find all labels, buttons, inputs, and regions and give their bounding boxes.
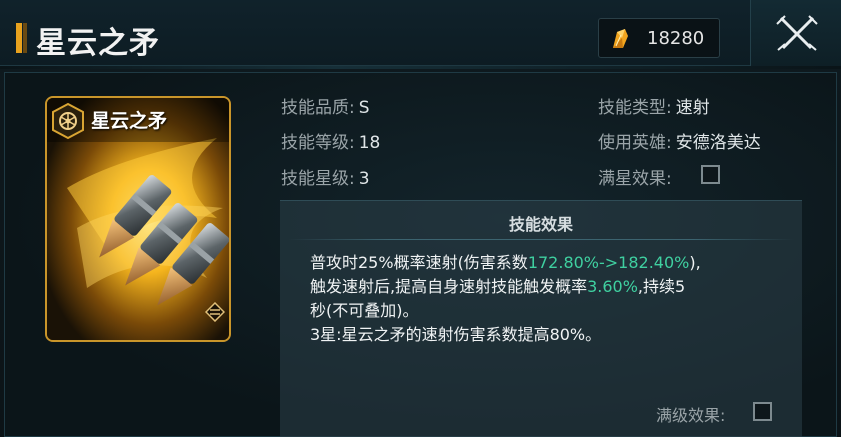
max-level-label: 满级效果: <box>656 406 726 425</box>
title-accent-dark <box>23 23 27 53</box>
currency-display[interactable]: 18280 <box>598 18 720 58</box>
close-button[interactable] <box>750 0 841 66</box>
hex-emblem-icon <box>52 102 84 140</box>
skill-type-value: 速射 <box>675 98 710 118</box>
skill-level-row: 技能等级: 18 <box>281 128 380 153</box>
skill-star-row: 技能星级: 3 <box>281 164 370 189</box>
rank-chevron-icon <box>205 302 225 322</box>
effect-divider <box>288 239 794 240</box>
skill-quality-label: 技能品质: <box>281 98 355 118</box>
effect-line4: 3星:星云之矛的速射伤害系数提高80%。 <box>310 325 602 344</box>
hero-label: 使用英雄: <box>598 133 672 153</box>
skill-type-row: 技能类型: 速射 <box>598 93 710 118</box>
max-star-checkbox[interactable] <box>701 165 720 184</box>
effect-line2-highlight: 3.60% <box>587 277 638 296</box>
effect-title: 技能效果 <box>508 215 573 234</box>
skill-detail-window: 星云之矛 18280 星云之矛 技能品质: S 技能等级: 18 技能星级: 3… <box>0 0 841 437</box>
skill-quality-row: 技能品质: S <box>281 93 370 118</box>
effect-line1-highlight: 172.80%->182.40% <box>527 253 690 272</box>
close-crossed-swords-icon <box>776 15 818 51</box>
effect-line3: 秒(不可叠加)。 <box>310 301 419 320</box>
skill-level-label: 技能等级: <box>281 133 355 153</box>
effect-line2-a: 触发速射后,提高自身速射技能触发概率 <box>310 277 588 296</box>
title-accent <box>16 23 22 53</box>
skill-star-label: 技能星级: <box>281 169 355 189</box>
hero-value: 安德洛美达 <box>675 133 761 153</box>
effect-line1-b: ), <box>689 253 701 272</box>
skill-effect-box: 技能效果 普攻时25%概率速射(伤害系数172.80%->182.40%), 触… <box>280 200 802 437</box>
effect-line2-b: ,持续5 <box>637 277 686 296</box>
max-level-checkbox[interactable] <box>753 402 772 421</box>
skill-level-value: 18 <box>358 133 381 153</box>
page-title: 星云之矛 <box>36 26 160 61</box>
skill-type-label: 技能类型: <box>598 98 672 118</box>
skill-quality-value: S <box>358 98 370 118</box>
currency-value: 18280 <box>647 28 705 49</box>
header-divider <box>0 66 841 69</box>
crystal-shard-icon <box>613 29 628 48</box>
skill-star-value: 3 <box>358 169 370 189</box>
effect-description: 普攻时25%概率速射(伤害系数172.80%->182.40%), 触发速射后,… <box>310 251 780 347</box>
max-star-label: 满星效果: <box>598 169 672 189</box>
hero-row: 使用英雄: 安德洛美达 <box>598 128 761 153</box>
effect-line1-a: 普攻时25%概率速射(伤害系数 <box>310 253 528 272</box>
card-title: 星云之矛 <box>91 110 168 132</box>
header-bar: 星云之矛 18280 <box>0 0 841 66</box>
max-star-row: 满星效果: <box>598 164 672 189</box>
skill-card: 星云之矛 <box>45 96 231 342</box>
